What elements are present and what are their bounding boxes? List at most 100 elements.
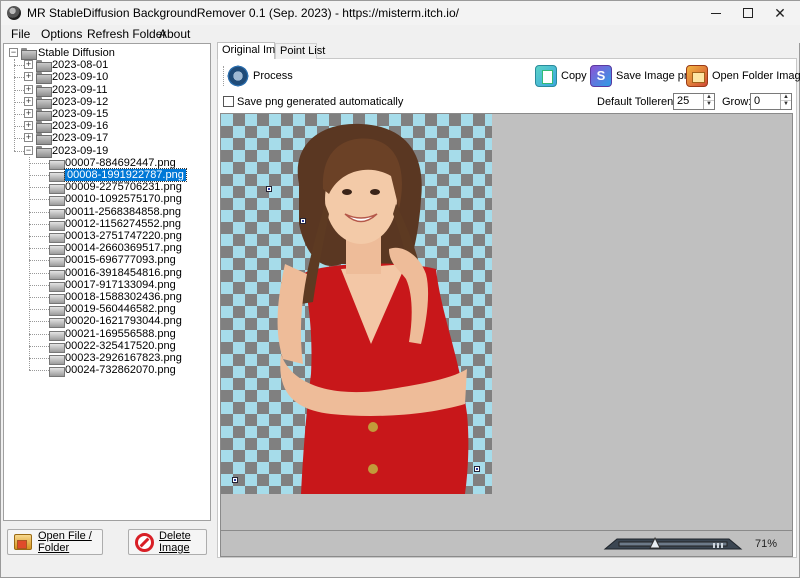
folder-icon — [36, 109, 52, 121]
expand-toggle[interactable]: + — [24, 109, 33, 118]
copy-icon — [535, 65, 557, 87]
folder-icon — [36, 96, 52, 109]
image-file-icon — [49, 268, 65, 280]
tree-line — [14, 114, 24, 115]
grow-spin-buttons[interactable]: ▲ ▼ — [780, 94, 791, 109]
image-file-icon — [49, 304, 65, 317]
tree-line — [29, 321, 49, 323]
image-file-icon — [49, 231, 65, 243]
collapse-toggle[interactable]: − — [9, 48, 18, 57]
tree-line — [29, 370, 49, 372]
expand-toggle[interactable]: + — [24, 72, 33, 82]
tree-line — [29, 223, 49, 225]
tree-line — [29, 345, 49, 347]
tree-line — [29, 187, 49, 189]
chevron-down-icon[interactable]: ▼ — [704, 101, 714, 108]
expand-toggle[interactable]: + — [24, 84, 33, 94]
image-file-icon — [49, 353, 65, 365]
open-folder-icon — [14, 534, 32, 550]
tree-line — [14, 89, 24, 91]
grow-label: Grow: — [722, 96, 752, 108]
tree-line — [29, 309, 49, 311]
tree-line — [29, 175, 49, 176]
menu-file[interactable]: File — [11, 27, 30, 41]
close-button[interactable]: ✕ — [757, 1, 800, 25]
delete-image-button[interactable]: Delete Image — [128, 529, 207, 555]
menu-options[interactable]: Options — [41, 27, 82, 41]
image-file-icon — [49, 255, 65, 268]
copy-button[interactable]: Copy — [535, 64, 587, 88]
chevron-down-icon[interactable]: ▼ — [781, 101, 791, 108]
tree-line — [29, 272, 49, 274]
auto-png-checkbox[interactable] — [223, 96, 234, 107]
image-canvas[interactable] — [220, 113, 793, 531]
menu-bar: File Options Refresh Folder About — [1, 25, 800, 43]
tab-original-image[interactable]: Original Image — [217, 42, 294, 59]
tree-line — [14, 59, 15, 151]
tree-line — [29, 333, 49, 335]
folder-open-icon — [36, 145, 52, 158]
transparency-checkerboard — [221, 114, 492, 494]
app-window: MR StableDiffusion BackgroundRemover 0.1… — [0, 0, 800, 578]
tree-line — [29, 248, 49, 250]
save-icon — [590, 65, 612, 87]
status-bar: 71% — [220, 531, 793, 557]
tree-line — [14, 101, 24, 103]
open-folder-image-button[interactable]: Open Folder Image — [686, 64, 800, 88]
tolerance-spin-buttons[interactable]: ▲ ▼ — [703, 94, 714, 109]
delete-icon — [135, 533, 154, 552]
tree-line — [14, 126, 24, 128]
chevron-up-icon[interactable]: ▲ — [781, 94, 791, 101]
tree-line — [29, 284, 49, 286]
folder-image-icon — [686, 65, 708, 87]
tree-line — [29, 199, 49, 201]
menu-refresh-folder[interactable]: Refresh Folder — [87, 27, 166, 41]
grow-stepper[interactable]: 0 ▲ ▼ — [750, 93, 792, 110]
expand-toggle[interactable]: + — [24, 121, 33, 131]
tree-line — [29, 297, 49, 298]
folder-icon — [36, 121, 52, 134]
image-file-icon — [49, 341, 65, 353]
tree-line — [14, 138, 24, 140]
point-marker[interactable] — [232, 477, 238, 483]
zoom-slider[interactable] — [601, 535, 745, 553]
expand-toggle[interactable]: + — [24, 60, 33, 70]
toolbar: Process Copy Save Image png Open Folder … — [217, 61, 800, 91]
tree-line — [29, 358, 49, 359]
tab-point-list[interactable]: Point List — [275, 43, 325, 59]
window-title: MR StableDiffusion BackgroundRemover 0.1… — [27, 6, 459, 20]
point-marker[interactable] — [474, 466, 480, 472]
expand-toggle[interactable]: + — [24, 133, 33, 143]
menu-about[interactable]: About — [159, 27, 190, 41]
folder-tree[interactable]: − Stable Diffusion +2023-08-01 +2023-09-10 +… — [3, 43, 211, 521]
tolerance-stepper[interactable]: 25 ▲ ▼ — [673, 93, 715, 110]
tree-line — [14, 65, 24, 67]
image-file-icon — [49, 280, 65, 292]
tree-line — [29, 260, 49, 262]
image-file-icon — [49, 170, 65, 182]
folder-icon — [36, 133, 52, 146]
close-icon: ✕ — [774, 4, 786, 21]
folder-icon — [21, 48, 37, 60]
tree-line — [14, 77, 24, 79]
zoom-percentage: 71% — [755, 538, 778, 550]
tree-line — [29, 236, 49, 237]
title-bar[interactable]: MR StableDiffusion BackgroundRemover 0.1… — [1, 1, 800, 25]
subject-image — [277, 123, 469, 494]
open-file-folder-button[interactable]: Open File / Folder — [7, 529, 103, 555]
collapse-toggle[interactable]: − — [24, 145, 33, 155]
chevron-up-icon[interactable]: ▲ — [704, 94, 714, 101]
point-marker[interactable] — [300, 218, 306, 224]
tree-line — [14, 150, 24, 152]
minimize-icon — [711, 12, 721, 14]
image-file-icon — [49, 365, 65, 378]
tree-line — [29, 156, 30, 371]
image-file-icon — [49, 219, 65, 231]
save-image-png-button[interactable]: Save Image png — [590, 64, 696, 88]
image-file-icon — [49, 316, 65, 329]
tree-line — [29, 162, 49, 164]
point-marker[interactable] — [266, 186, 272, 192]
image-file-icon — [49, 158, 65, 170]
expand-toggle[interactable]: + — [24, 96, 33, 106]
process-button[interactable]: Process — [227, 64, 293, 88]
